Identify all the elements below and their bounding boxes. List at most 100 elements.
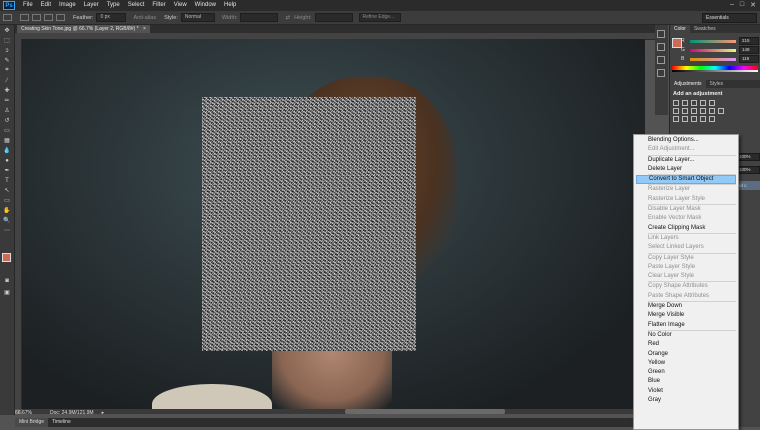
menu-item-create-clipping-mask[interactable]: Create Clipping Mask <box>634 224 738 233</box>
refine-edge-button[interactable]: Refine Edge... <box>358 13 401 22</box>
slider-value-input[interactable]: 215 <box>739 37 759 45</box>
quick-select-tool-icon[interactable]: ✎ <box>2 56 12 65</box>
color-balance-icon[interactable] <box>682 108 688 114</box>
move-tool-icon[interactable]: ✥ <box>2 26 12 35</box>
eraser-tool-icon[interactable]: ▭ <box>2 126 12 135</box>
clone-stamp-tool-icon[interactable]: ♙ <box>2 106 12 115</box>
shape-tool-icon[interactable]: ▭ <box>2 196 12 205</box>
menu-edit[interactable]: Edit <box>37 0 55 11</box>
vibrance-icon[interactable] <box>709 100 715 106</box>
menu-window[interactable]: Window <box>191 0 220 11</box>
slider-track[interactable] <box>690 48 736 52</box>
levels-icon[interactable] <box>682 100 688 106</box>
minimize-button[interactable]: – <box>730 1 734 9</box>
menu-view[interactable]: View <box>170 0 191 11</box>
menu-image[interactable]: Image <box>55 0 80 11</box>
menu-item-flatten-image[interactable]: Flatten Image <box>634 321 738 330</box>
invert-icon[interactable] <box>673 116 679 122</box>
menu-item-violet[interactable]: Violet <box>634 387 738 396</box>
menu-item-green[interactable]: Green <box>634 368 738 377</box>
menu-item-blue[interactable]: Blue <box>634 377 738 386</box>
menu-help[interactable]: Help <box>220 0 240 11</box>
vertical-ruler[interactable] <box>15 39 22 409</box>
menu-item-no-color[interactable]: No Color <box>634 331 738 340</box>
channel-mixer-icon[interactable] <box>709 108 715 114</box>
subtract-selection-icon[interactable] <box>44 14 53 21</box>
gradient-tool-icon[interactable]: ▦ <box>2 136 12 145</box>
posterize-icon[interactable] <box>682 116 688 122</box>
slider-track[interactable] <box>690 39 736 43</box>
healing-brush-tool-icon[interactable]: ✚ <box>2 86 12 95</box>
zoom-tool-icon[interactable]: 🔍 <box>2 216 12 225</box>
zoom-level[interactable]: 66.67% <box>15 410 32 416</box>
slider-value-input[interactable]: 148 <box>739 46 759 54</box>
add-selection-icon[interactable] <box>32 14 41 21</box>
tab-color[interactable]: Color <box>670 25 690 33</box>
horizontal-scrollbar[interactable] <box>22 409 645 414</box>
close-button[interactable]: ✕ <box>750 1 756 9</box>
black-white-icon[interactable] <box>691 108 697 114</box>
document-tab-close-icon[interactable]: × <box>143 26 146 32</box>
menu-item-merge-down[interactable]: Merge Down <box>634 302 738 311</box>
character-panel-icon[interactable] <box>657 56 665 64</box>
blur-tool-icon[interactable]: 💧 <box>2 146 12 155</box>
curves-icon[interactable] <box>691 100 697 106</box>
menu-item-convert-to-smart-object[interactable]: Convert to Smart Object <box>636 175 736 185</box>
document-tab[interactable]: Creating Skin Tone.jpg @ 66.7% (Layer 2,… <box>17 25 150 33</box>
menu-item-gray[interactable]: Gray <box>634 396 738 405</box>
panel-foreground-swatch[interactable] <box>672 38 682 48</box>
menu-item-merge-visible[interactable]: Merge Visible <box>634 311 738 320</box>
quick-mask-icon[interactable]: ◙ <box>2 276 12 285</box>
history-panel-icon[interactable] <box>657 30 665 38</box>
status-menu-arrow-icon[interactable]: ▸ <box>102 410 105 416</box>
new-selection-icon[interactable] <box>20 14 29 21</box>
workspace-select[interactable]: Essentials <box>702 13 757 23</box>
style-select[interactable]: Normal <box>180 13 215 22</box>
tab-adjustments[interactable]: Adjustments <box>670 80 706 88</box>
path-select-tool-icon[interactable]: ↖ <box>2 186 12 195</box>
menu-layer[interactable]: Layer <box>80 0 103 11</box>
document-canvas[interactable] <box>22 39 645 409</box>
threshold-icon[interactable] <box>691 116 697 122</box>
more-tools-icon[interactable]: ⋯ <box>2 226 12 235</box>
menu-type[interactable]: Type <box>103 0 124 11</box>
menu-select[interactable]: Select <box>124 0 149 11</box>
lasso-tool-icon[interactable]: ↄ <box>2 46 12 55</box>
pen-tool-icon[interactable]: ✒ <box>2 166 12 175</box>
crop-tool-icon[interactable]: ⌗ <box>2 66 12 75</box>
layer-fill-input[interactable]: 100% <box>736 166 760 174</box>
menu-item-duplicate-layer[interactable]: Duplicate Layer... <box>634 156 738 165</box>
tab-swatches[interactable]: Swatches <box>690 25 720 33</box>
color-lookup-icon[interactable] <box>718 108 724 114</box>
doc-size[interactable]: Doc: 24.9M/121.9M <box>50 410 94 416</box>
hue-saturation-icon[interactable] <box>673 108 679 114</box>
screen-mode-icon[interactable]: ▣ <box>2 288 12 297</box>
history-brush-tool-icon[interactable]: ↺ <box>2 116 12 125</box>
marquee-tool-preset-icon[interactable] <box>3 14 12 21</box>
intersect-selection-icon[interactable] <box>56 14 65 21</box>
menu-item-red[interactable]: Red <box>634 340 738 349</box>
dodge-tool-icon[interactable]: ● <box>2 156 12 165</box>
tab-mini-bridge[interactable]: Mini Bridge <box>15 418 49 427</box>
menu-item-delete-layer[interactable]: Delete Layer <box>634 165 738 174</box>
feather-input[interactable]: 0 px <box>96 13 127 22</box>
tab-styles[interactable]: Styles <box>706 80 728 88</box>
brightness-icon[interactable] <box>673 100 679 106</box>
height-input[interactable] <box>314 13 353 22</box>
foreground-color-swatch[interactable] <box>2 253 11 262</box>
photo-filter-icon[interactable] <box>700 108 706 114</box>
eyedropper-tool-icon[interactable]: ⁄ <box>2 76 12 85</box>
layer-opacity-input[interactable]: 100% <box>736 153 760 161</box>
swap-dimensions-icon[interactable]: ⇄ <box>285 15 290 21</box>
hand-tool-icon[interactable]: ✋ <box>2 206 12 215</box>
width-input[interactable] <box>240 13 279 22</box>
slider-track[interactable] <box>690 57 736 61</box>
marquee-tool-icon[interactable]: ⬚ <box>2 36 12 45</box>
properties-panel-icon[interactable] <box>657 43 665 51</box>
slider-value-input[interactable]: 119 <box>739 55 759 63</box>
antialias-checkbox[interactable]: Anti-alias <box>133 15 156 21</box>
gradient-map-icon[interactable] <box>709 116 715 122</box>
brush-tool-icon[interactable]: ✏ <box>2 96 12 105</box>
menu-item-blending-options[interactable]: Blending Options... <box>634 136 738 145</box>
selective-color-icon[interactable] <box>700 116 706 122</box>
